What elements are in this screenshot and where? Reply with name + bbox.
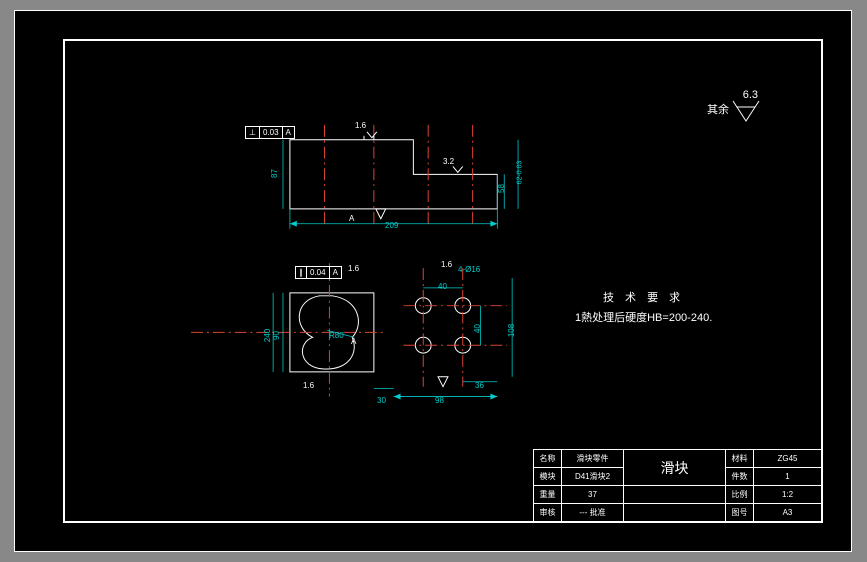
tb-r1c4: 材料 — [726, 450, 754, 468]
tb-r1c2: 滑块零件 — [562, 450, 624, 468]
sf-b3: 1.6 — [303, 381, 314, 390]
drawing-frame: 其余 6.3 技 术 要 求 1熱处理后硬度HB=200-240. — [63, 39, 823, 523]
tb-r3c1: 重量 — [534, 486, 562, 504]
dim-36: 36 — [475, 381, 484, 390]
dim-240: 240 — [263, 329, 272, 342]
tb-r3c3 — [624, 486, 726, 504]
radius: R80 — [329, 331, 344, 340]
tb-r1c5: ZG45 — [754, 450, 822, 468]
title-block: 名称 滑块零件 滑块 材料 ZG45 模块 D41滑块2 件数 1 重量 37 … — [533, 449, 821, 521]
cad-canvas: 其余 6.3 技 术 要 求 1熱处理后硬度HB=200-240. — [14, 10, 852, 552]
tb-r3c2: 37 — [562, 486, 624, 504]
tb-r1c1: 名称 — [534, 450, 562, 468]
tb-r4c1: 审核 — [534, 504, 562, 522]
dim-108: 108 — [507, 324, 516, 337]
tb-r3c5: 1:2 — [754, 486, 822, 504]
datum-a-bot: A — [351, 337, 356, 346]
tb-r2c2: D41滑块2 — [562, 468, 624, 486]
sf-b2: 1.6 — [441, 260, 452, 269]
dim-pitch-y: 40 — [473, 324, 482, 333]
dim-30: 30 — [377, 396, 386, 405]
tb-r2c4: 件数 — [726, 468, 754, 486]
tb-r3c4: 比例 — [726, 486, 754, 504]
dim-98: 98 — [435, 396, 444, 405]
dim-90: 90 — [272, 331, 281, 340]
tb-r2c1: 模块 — [534, 468, 562, 486]
sf-b1: 1.6 — [348, 264, 359, 273]
tb-r2c5: 1 — [754, 468, 822, 486]
hole-callout: 4-Ø16 — [458, 265, 480, 274]
gdt-par: ∥ 0.04 A — [295, 266, 342, 279]
tb-r4c2: --- 批准 — [562, 504, 624, 522]
tb-r4c4: 图号 — [726, 504, 754, 522]
part-name: 滑块 — [624, 450, 726, 486]
dim-pitch-x: 40 — [438, 282, 447, 291]
tb-r4c5: A3 — [754, 504, 822, 522]
tb-r4c3 — [624, 504, 726, 522]
